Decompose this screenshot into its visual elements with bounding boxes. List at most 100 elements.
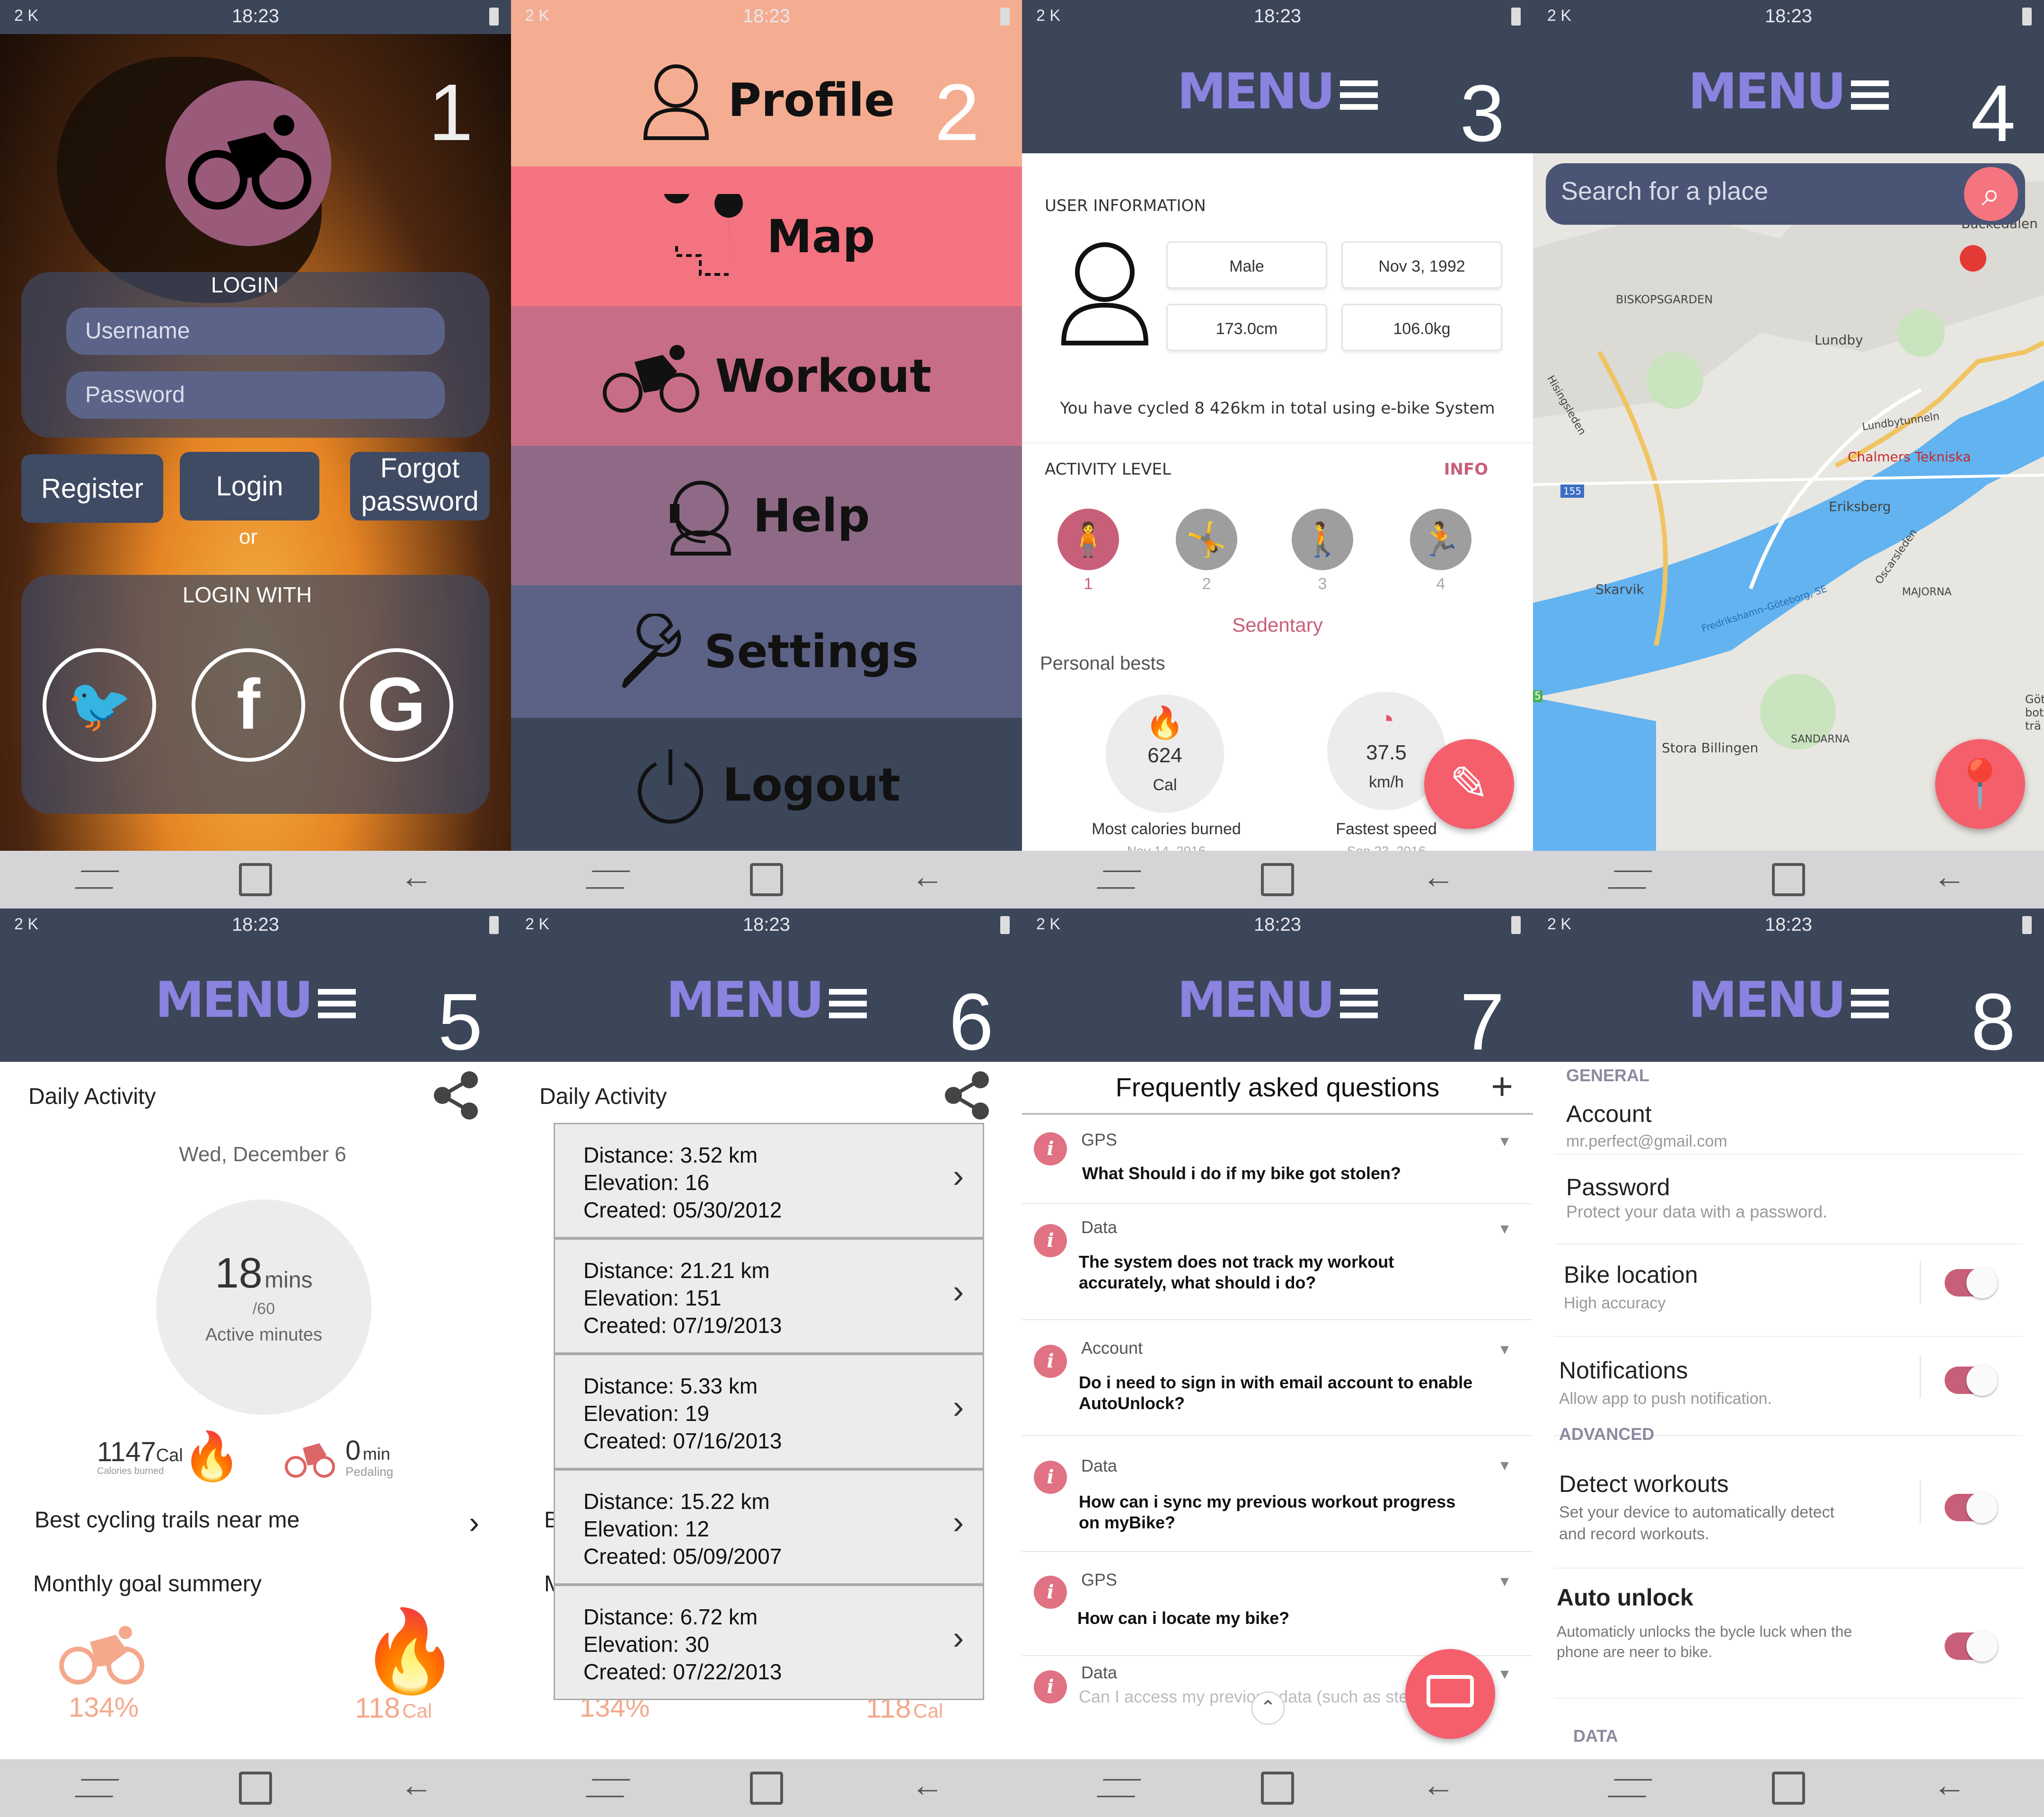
recent-apps-icon[interactable] [1607, 870, 1653, 889]
workout-card[interactable]: Distance: 21.21 km Elevation: 151 Create… [554, 1238, 984, 1354]
menu-button[interactable]: MENU [1022, 971, 1533, 1029]
detect-workouts-toggle[interactable] [1945, 1492, 1998, 1523]
activity-level-2-button[interactable]: 🤸 [1176, 509, 1237, 570]
monthly-goal-label[interactable]: Monthly goal summery [33, 1571, 262, 1597]
password-setting[interactable]: Password Protect your data with a passwo… [1554, 1155, 2023, 1244]
home-icon[interactable] [1261, 1772, 1294, 1805]
recent-apps-icon[interactable] [585, 870, 631, 889]
home-icon[interactable] [1772, 863, 1805, 896]
activity-level-1-button[interactable]: 🧍 [1057, 509, 1119, 570]
account-setting[interactable]: Account mr.perfect@gmail.com [1554, 1086, 2023, 1155]
back-icon[interactable]: ← [1933, 857, 1971, 895]
workout-card[interactable]: Distance: 15.22 km Elevation: 12 Created… [554, 1469, 984, 1585]
best-trails-link[interactable]: Best cycling trails near me › [35, 1505, 479, 1540]
home-icon[interactable] [750, 1772, 783, 1805]
menu-button[interactable]: MENU [0, 971, 511, 1029]
recent-apps-icon[interactable] [74, 870, 120, 889]
auto-unlock-toggle[interactable] [1945, 1631, 1998, 1662]
add-question-button[interactable]: + [1491, 1065, 1513, 1108]
recent-apps-icon[interactable] [1607, 1779, 1653, 1798]
menu-button[interactable]: MENU [511, 971, 1022, 1029]
workout-card[interactable]: Distance: 3.52 km Elevation: 16 Created:… [554, 1123, 984, 1238]
recent-apps-icon[interactable] [1096, 1779, 1142, 1798]
menu-item-logout[interactable]: Logout [511, 718, 1022, 852]
twitter-login-button[interactable]: 🐦 [43, 648, 156, 762]
search-input[interactable]: Search for a place [1561, 176, 1768, 206]
menu-button[interactable]: MENU [1533, 971, 2044, 1029]
menu-button[interactable]: MENU [1533, 62, 2044, 120]
recent-apps-icon[interactable] [74, 1779, 120, 1798]
status-bar: 2 K 18:23 [511, 908, 1022, 943]
username-field[interactable]: Username [66, 308, 445, 355]
back-icon[interactable]: ← [400, 1766, 438, 1803]
notifications-toggle[interactable] [1945, 1365, 1998, 1396]
map-label: 155 [1560, 485, 1585, 498]
home-icon[interactable] [239, 1772, 272, 1805]
chat-support-button[interactable] [1405, 1649, 1495, 1739]
recent-apps-icon[interactable] [585, 1779, 631, 1798]
google-login-button[interactable]: G [340, 648, 453, 762]
home-icon[interactable] [1261, 863, 1294, 896]
info-link[interactable]: INFO [1444, 460, 1488, 479]
recent-apps-icon[interactable] [1096, 870, 1142, 889]
weight-chip[interactable]: 106.0kg [1341, 304, 1502, 351]
faq-question: What Should i do if my bike got stolen? [1082, 1164, 1401, 1183]
menu-item-map[interactable]: Map [511, 167, 1022, 306]
activity-level-3-button[interactable]: 🚶 [1292, 509, 1353, 570]
expand-arrow-icon[interactable]: ▼ [1498, 1134, 1512, 1150]
faq-category: Data [1081, 1456, 1118, 1475]
menu-item-help[interactable]: Help [511, 446, 1022, 585]
faq-item[interactable]: i Data ▼ How can i sync my previous work… [1022, 1436, 1533, 1552]
hamburger-icon [1851, 80, 1889, 110]
password-subtitle: Protect your data with a password. [1566, 1202, 1828, 1221]
home-icon[interactable] [750, 863, 783, 896]
scroll-to-top-button[interactable]: ⌃ [1251, 1692, 1285, 1725]
birthdate-chip[interactable]: Nov 3, 1992 [1341, 241, 1502, 289]
gender-chip[interactable]: Male [1166, 241, 1327, 289]
map-label: SANDARNA [1791, 733, 1850, 745]
login-button[interactable]: Login [180, 452, 319, 520]
menu-button[interactable]: MENU [1022, 62, 1533, 120]
forgot-password-button[interactable]: Forgot password [350, 452, 490, 520]
expand-arrow-icon[interactable]: ▼ [1498, 1574, 1512, 1590]
expand-arrow-icon[interactable]: ▼ [1498, 1221, 1512, 1237]
locate-bike-button[interactable]: 📍 [1935, 739, 2025, 829]
register-button[interactable]: Register [21, 454, 163, 523]
share-button[interactable] [431, 1069, 483, 1124]
back-icon[interactable]: ← [911, 857, 949, 895]
workout-card[interactable]: Distance: 5.33 km Elevation: 19 Created:… [554, 1354, 984, 1469]
back-icon[interactable]: ← [1422, 1766, 1460, 1803]
bike-location-toggle[interactable] [1945, 1267, 1998, 1298]
workout-card[interactable]: Distance: 6.72 km Elevation: 30 Created:… [554, 1585, 984, 1700]
map-label: MAJORNA [1902, 586, 1952, 598]
password-field[interactable]: Password [66, 371, 445, 419]
menu-item-workout[interactable]: Workout [511, 306, 1022, 446]
height-chip[interactable]: 173.0cm [1166, 304, 1327, 351]
faq-item[interactable]: i GPS ▼ What Should i do if my bike got … [1022, 1117, 1533, 1204]
back-icon[interactable]: ← [1933, 1766, 1971, 1803]
home-icon[interactable] [1772, 1772, 1805, 1805]
faq-item[interactable]: i GPS ▼ How can i locate my bike? [1022, 1552, 1533, 1656]
google-icon: G [367, 662, 426, 746]
expand-arrow-icon[interactable]: ▼ [1498, 1342, 1512, 1358]
screen-workout-history: 2 K18:23 MENU 6 Daily Activity B M 134% … [511, 908, 1022, 1817]
level-number: 2 [1202, 575, 1211, 593]
back-icon[interactable]: ← [1422, 857, 1460, 895]
expand-arrow-icon[interactable]: ▼ [1498, 1458, 1512, 1474]
facebook-login-button[interactable]: f [192, 648, 305, 762]
search-button[interactable]: ⌕ [1964, 167, 2018, 221]
expand-arrow-icon[interactable]: ▼ [1498, 1667, 1512, 1683]
search-bar[interactable]: Search for a place ⌕ [1546, 163, 2025, 225]
back-icon[interactable]: ← [400, 857, 438, 895]
back-icon[interactable]: ← [911, 1766, 949, 1803]
activity-level-4-button[interactable]: 🏃 [1410, 509, 1471, 570]
home-icon[interactable] [239, 863, 272, 896]
map-label: 5 [1533, 690, 1542, 702]
faq-item[interactable]: i Account ▼ Do i need to sign in with em… [1022, 1320, 1533, 1436]
menu-item-settings[interactable]: Settings [511, 585, 1022, 718]
share-button[interactable] [942, 1069, 994, 1124]
info-icon: i [1034, 1670, 1067, 1703]
account-email: mr.perfect@gmail.com [1566, 1132, 1727, 1150]
edit-profile-button[interactable]: ✎ [1424, 739, 1514, 829]
faq-item[interactable]: i Data ▼ The system does not track my wo… [1022, 1204, 1533, 1320]
